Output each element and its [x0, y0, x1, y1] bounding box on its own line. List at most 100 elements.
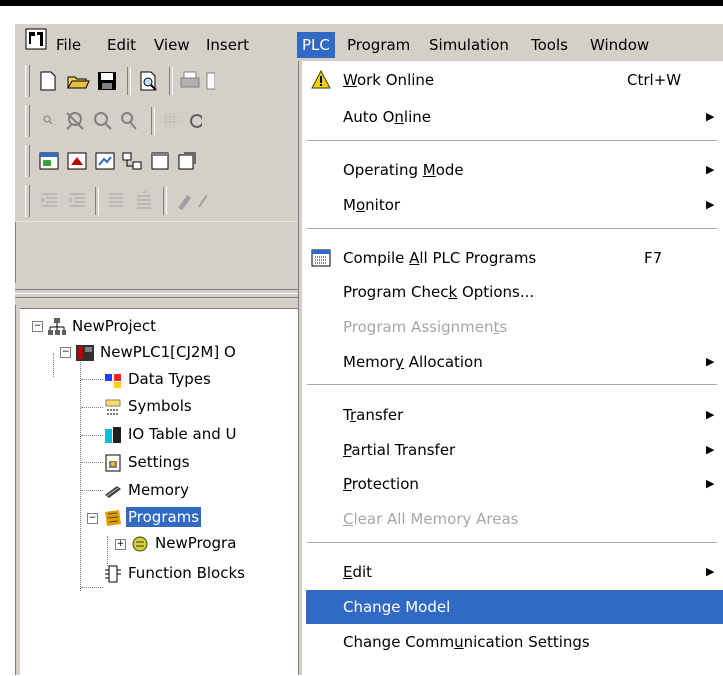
submenu-arrow-icon: ▶	[706, 355, 715, 368]
indent-icon[interactable]	[37, 189, 61, 213]
label-part: lear All Memory Areas	[353, 510, 519, 528]
label-part: T	[343, 406, 350, 424]
uncomment-block-icon[interactable]	[133, 189, 157, 213]
properties-icon[interactable]	[175, 149, 199, 173]
properties-window-icon[interactable]	[148, 149, 172, 173]
tree-label: Settings	[128, 453, 190, 471]
label-part: line	[403, 108, 431, 126]
mnemonic: g	[381, 598, 392, 616]
tree-node-programs[interactable]: Programs	[103, 504, 202, 530]
menu-item-edit[interactable]: Edit ▶	[306, 555, 723, 589]
menu-item-transfer[interactable]: Transfer ▶	[306, 398, 723, 432]
tree-label: Symbols	[128, 397, 192, 415]
tree-node-symbols[interactable]: Symbols	[103, 393, 194, 419]
tree-collapse-toggle[interactable]: −	[87, 513, 98, 524]
toolbar-clipped-icon[interactable]	[187, 109, 202, 133]
menu-simulation[interactable]: Simulation	[424, 32, 514, 58]
mnemonic: n	[394, 108, 404, 126]
submenu-arrow-icon: ▶	[706, 198, 715, 211]
toolbar-clipped-icon[interactable]	[205, 69, 215, 93]
tree-node-settings[interactable]: Settings	[103, 449, 192, 475]
zoom-out-icon[interactable]	[118, 109, 142, 133]
tree-node-function-blocks[interactable]: Function Blocks	[103, 560, 247, 586]
tree-label: Data Types	[128, 370, 211, 388]
new-file-icon[interactable]	[36, 69, 60, 93]
grid-icon[interactable]	[160, 109, 184, 133]
tree-node-io-table[interactable]: IO Table and U	[103, 421, 239, 447]
watch-window-icon[interactable]	[93, 149, 117, 173]
menu-item-memory-allocation[interactable]: Memory Allocation ▶	[306, 345, 723, 379]
tree-expand-toggle[interactable]: +	[115, 539, 126, 550]
menu-item-auto-online[interactable]: Auto Online ▶	[306, 100, 723, 134]
toolbar-clipped-icon[interactable]	[197, 189, 209, 213]
print-preview-icon[interactable]	[137, 69, 161, 93]
toolbar-grip[interactable]	[25, 105, 30, 137]
tree-label: NewProgra	[155, 534, 237, 552]
tree-collapse-toggle[interactable]: −	[60, 347, 71, 358]
label-part: artial Transfer	[351, 441, 456, 459]
menu-insert[interactable]: Insert	[201, 32, 254, 58]
toolbar-separator	[127, 67, 131, 95]
menu-item-program-check-options[interactable]: Program Check Options...	[306, 275, 723, 309]
submenu-arrow-icon: ▶	[706, 565, 715, 578]
menu-item-change-communication-settings[interactable]: Change Communication Settings	[306, 625, 723, 659]
label-part: rotection	[351, 475, 419, 493]
tree-label: IO Table and U	[128, 425, 237, 443]
zoom-small-icon[interactable]	[37, 109, 61, 133]
project-workspace-icon[interactable]	[37, 149, 61, 173]
open-folder-icon[interactable]	[66, 69, 90, 93]
io-table-icon	[105, 426, 121, 443]
tree-label: NewPLC1[CJ2M] O	[100, 343, 236, 361]
print-icon[interactable]	[178, 69, 202, 93]
menu-item-compile-all[interactable]: Compile All PLC Programs F7	[306, 241, 723, 275]
submenu-arrow-icon: ▶	[706, 163, 715, 176]
menu-tools[interactable]: Tools	[526, 32, 573, 58]
mnemonic: C	[343, 510, 354, 528]
output-window-icon[interactable]	[65, 149, 89, 173]
label-part: dit	[352, 563, 373, 581]
label-part: Options...	[457, 283, 535, 301]
menu-file[interactable]: File	[51, 32, 86, 58]
mnemonic: y	[395, 353, 405, 371]
tree-node-new-program[interactable]: NewProgra	[130, 530, 238, 556]
menu-item-clear-all-memory: Clear All Memory Areas	[306, 502, 723, 536]
tree-collapse-toggle[interactable]: −	[32, 321, 43, 332]
toolbar-grip[interactable]	[25, 65, 30, 97]
memory-chip-icon	[105, 485, 121, 498]
zoom-in-icon[interactable]	[91, 109, 115, 133]
mnemonic: W	[343, 71, 357, 89]
menu-view[interactable]: View	[149, 32, 195, 58]
menu-item-change-model[interactable]: Change Model	[306, 590, 723, 624]
menu-program[interactable]: Program	[342, 32, 415, 58]
menu-window[interactable]: Window	[585, 32, 654, 58]
menu-item-partial-transfer[interactable]: Partial Transfer ▶	[306, 433, 723, 467]
toolbar-grip[interactable]	[25, 185, 30, 217]
tree-node-project[interactable]: NewProject	[47, 313, 158, 339]
label-part: ork Online	[356, 71, 435, 89]
menu-item-work-online[interactable]: Work Online Ctrl+W	[306, 63, 723, 97]
menu-separator	[307, 228, 717, 229]
menu-item-monitor[interactable]: Monitor ▶	[306, 188, 723, 222]
menu-plc[interactable]: PLC	[297, 32, 335, 58]
menu-edit[interactable]: Edit	[102, 32, 141, 58]
toolbar-grip[interactable]	[25, 145, 30, 177]
outdent-icon[interactable]	[65, 189, 89, 213]
tree-node-plc[interactable]: NewPLC1[CJ2M] O	[75, 339, 238, 365]
save-icon[interactable]	[95, 69, 119, 93]
label-part: M	[343, 196, 356, 214]
comment-block-icon[interactable]	[105, 189, 129, 213]
menu-item-protection[interactable]: Protection ▶	[306, 467, 723, 501]
mnemonic: k	[448, 283, 458, 301]
address-reference-icon[interactable]	[120, 149, 144, 173]
menu-item-program-assignments: Program Assignments	[306, 310, 723, 344]
tree-node-memory[interactable]: Memory	[103, 477, 191, 503]
menu-item-operating-mode[interactable]: Operating Mode ▶	[306, 153, 723, 187]
label-part: ansfer	[356, 406, 404, 424]
app-logo-icon	[25, 28, 47, 50]
program-task-icon	[132, 536, 148, 551]
zoom-fit-icon[interactable]	[63, 109, 87, 133]
bookmark-icon[interactable]	[173, 189, 197, 213]
tree-node-data-types[interactable]: Data Types	[103, 366, 213, 392]
label-part: ode	[435, 161, 464, 179]
mnemonic: P	[343, 475, 352, 493]
